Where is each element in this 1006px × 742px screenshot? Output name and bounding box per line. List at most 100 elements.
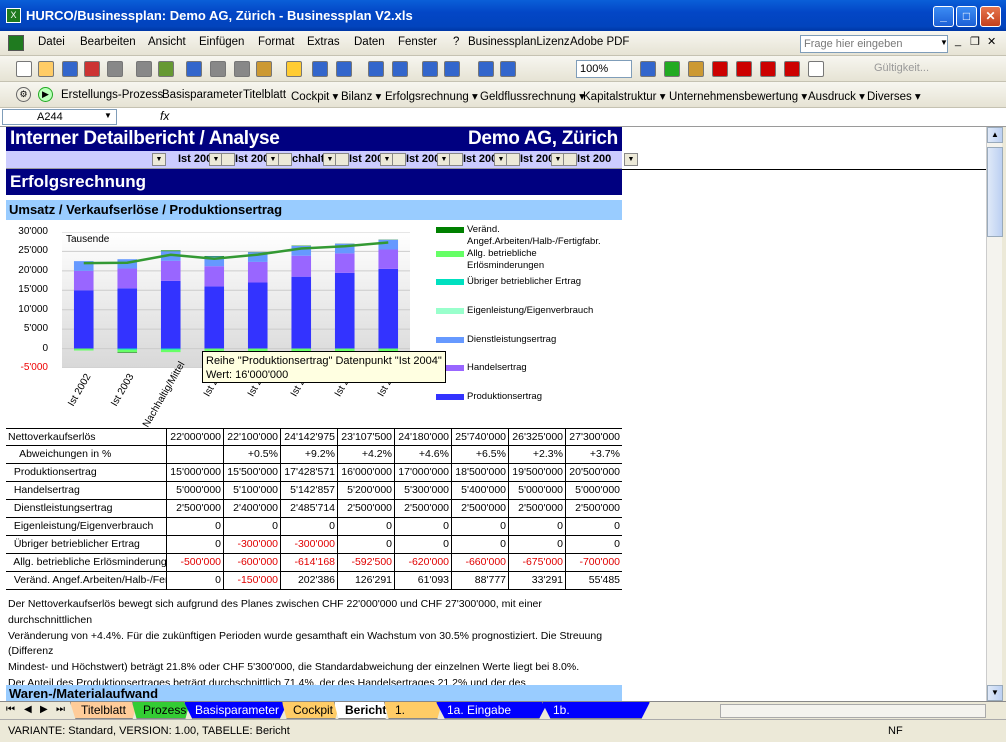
sheet-tab-2[interactable]: Basisparameter: [184, 702, 288, 719]
zoom-select[interactable]: 100%: [576, 60, 632, 78]
scroll-up-icon[interactable]: ▲: [987, 127, 1003, 143]
save-icon[interactable]: [62, 61, 78, 77]
table-cell[interactable]: 24'180'000: [394, 429, 451, 447]
document-icon[interactable]: [8, 35, 24, 51]
table-cell[interactable]: 0: [451, 518, 508, 536]
table-cell[interactable]: 0: [394, 536, 451, 554]
table-cell[interactable]: 0: [451, 536, 508, 554]
sheet-tab-5[interactable]: 1. Bilanz: [384, 702, 442, 719]
table-cell[interactable]: 27'300'000: [565, 429, 622, 447]
table-cell[interactable]: 15'500'000: [223, 464, 280, 482]
format-painter-icon[interactable]: [286, 61, 302, 77]
cut-icon[interactable]: [210, 61, 226, 77]
sort-desc-icon[interactable]: [444, 61, 460, 77]
table-cell[interactable]: +3.7%: [565, 446, 622, 464]
table-cell[interactable]: 61'093: [394, 572, 451, 590]
table-cell[interactable]: 15'000'000: [166, 464, 223, 482]
table-cell[interactable]: 16'000'000: [337, 464, 394, 482]
table-cell[interactable]: 2'500'000: [394, 500, 451, 518]
chevron-down-icon[interactable]: ▼: [104, 111, 112, 120]
sheet-tab-0[interactable]: Titelblatt: [70, 702, 138, 719]
table-cell[interactable]: -700'000: [565, 554, 622, 572]
table-cell[interactable]: 2'500'000: [565, 500, 622, 518]
help-search-input[interactable]: Frage hier eingeben: [800, 35, 948, 53]
table-cell[interactable]: 0: [508, 536, 565, 554]
table-cell[interactable]: -300'000: [223, 536, 280, 554]
table-cell[interactable]: -500'000: [166, 554, 223, 572]
table-cell[interactable]: +9.2%: [280, 446, 337, 464]
menu-9[interactable]: BusinessplanLizenz: [468, 36, 570, 48]
menu-10[interactable]: Adobe PDF: [570, 36, 629, 48]
table-cell[interactable]: 0: [166, 572, 223, 590]
print-icon[interactable]: [136, 61, 152, 77]
toolbar-item-1[interactable]: Basisparameter: [162, 89, 243, 101]
table-cell[interactable]: 25'740'000: [451, 429, 508, 447]
toolbar-item-0[interactable]: Erstellungs-Prozess: [61, 89, 163, 101]
table-cell[interactable]: 5'000'000: [508, 482, 565, 500]
new-icon[interactable]: [16, 61, 32, 77]
table-cell[interactable]: 23'107'500: [337, 429, 394, 447]
table-cell[interactable]: 0: [565, 536, 622, 554]
sheet-tab-7[interactable]: 1b. Finanzierung: [542, 702, 650, 719]
menu-8[interactable]: ?: [453, 36, 459, 48]
table-cell[interactable]: 5'000'000: [166, 482, 223, 500]
table-cell[interactable]: +0.5%: [223, 446, 280, 464]
spell-icon[interactable]: [158, 61, 174, 77]
last-sheet-icon[interactable]: ⏭: [56, 704, 65, 715]
scroll-down-icon[interactable]: ▼: [987, 685, 1003, 701]
sort-asc-icon[interactable]: [422, 61, 438, 77]
chart-icon[interactable]: [478, 61, 494, 77]
table-cell[interactable]: 0: [337, 536, 394, 554]
validity-button[interactable]: Gültigkeit...: [874, 62, 929, 74]
table-cell[interactable]: 18'500'000: [451, 464, 508, 482]
filter-dropdown[interactable]: ▼: [624, 153, 638, 166]
table-cell[interactable]: -592'500: [337, 554, 394, 572]
filter-dropdown[interactable]: [221, 153, 235, 166]
pdf4-icon[interactable]: [784, 61, 800, 77]
pdf-icon[interactable]: [712, 61, 728, 77]
table-cell[interactable]: 202'386: [280, 572, 337, 590]
table-cell[interactable]: -150'000: [223, 572, 280, 590]
next-sheet-icon[interactable]: ▶: [40, 704, 48, 715]
table-cell[interactable]: 0: [565, 518, 622, 536]
table-cell[interactable]: 19'500'000: [508, 464, 565, 482]
menu-2[interactable]: Ansicht: [148, 36, 186, 48]
maximize-button[interactable]: □: [956, 6, 977, 27]
table-cell[interactable]: 2'500'000: [337, 500, 394, 518]
table-cell[interactable]: 26'325'000: [508, 429, 565, 447]
table-cell[interactable]: -600'000: [223, 554, 280, 572]
table-cell[interactable]: 17'000'000: [394, 464, 451, 482]
autosum-icon[interactable]: [392, 61, 408, 77]
table-cell[interactable]: 0: [508, 518, 565, 536]
table-cell[interactable]: -675'000: [508, 554, 565, 572]
pdf3-icon[interactable]: [760, 61, 776, 77]
hyperlink-icon[interactable]: [368, 61, 384, 77]
undo-icon[interactable]: [312, 61, 328, 77]
table-cell[interactable]: -660'000: [451, 554, 508, 572]
close-button[interactable]: ✕: [980, 6, 1001, 27]
settings-icon[interactable]: ⚙: [16, 87, 31, 102]
copy-icon[interactable]: [234, 61, 250, 77]
first-sheet-icon[interactable]: ⏮: [6, 704, 15, 715]
filter-dropdown[interactable]: [449, 153, 463, 166]
table-cell[interactable]: +2.3%: [508, 446, 565, 464]
table-cell[interactable]: 88'777: [451, 572, 508, 590]
menu-7[interactable]: Fenster: [398, 36, 437, 48]
table-cell[interactable]: 2'500'000: [166, 500, 223, 518]
toolbar-item-7[interactable]: Kapitalstruktur ▾: [583, 89, 665, 103]
table-cell[interactable]: 0: [223, 518, 280, 536]
table-cell[interactable]: 2'400'000: [223, 500, 280, 518]
table-cell[interactable]: 5'300'000: [394, 482, 451, 500]
table-cell[interactable]: 2'500'000: [451, 500, 508, 518]
toolbar-item-3[interactable]: Cockpit ▾: [291, 89, 338, 103]
table-cell[interactable]: -620'000: [394, 554, 451, 572]
horizontal-scrollbar[interactable]: [720, 704, 986, 718]
menu-3[interactable]: Einfügen: [199, 36, 244, 48]
research-icon[interactable]: [186, 61, 202, 77]
open-icon[interactable]: [38, 61, 54, 77]
sheet-tab-4[interactable]: Bericht: [334, 702, 390, 719]
percent-icon[interactable]: [808, 61, 824, 77]
menu-4[interactable]: Format: [258, 36, 294, 48]
filter-dropdown[interactable]: [563, 153, 577, 166]
filter-dropdown[interactable]: ▼: [152, 153, 166, 166]
